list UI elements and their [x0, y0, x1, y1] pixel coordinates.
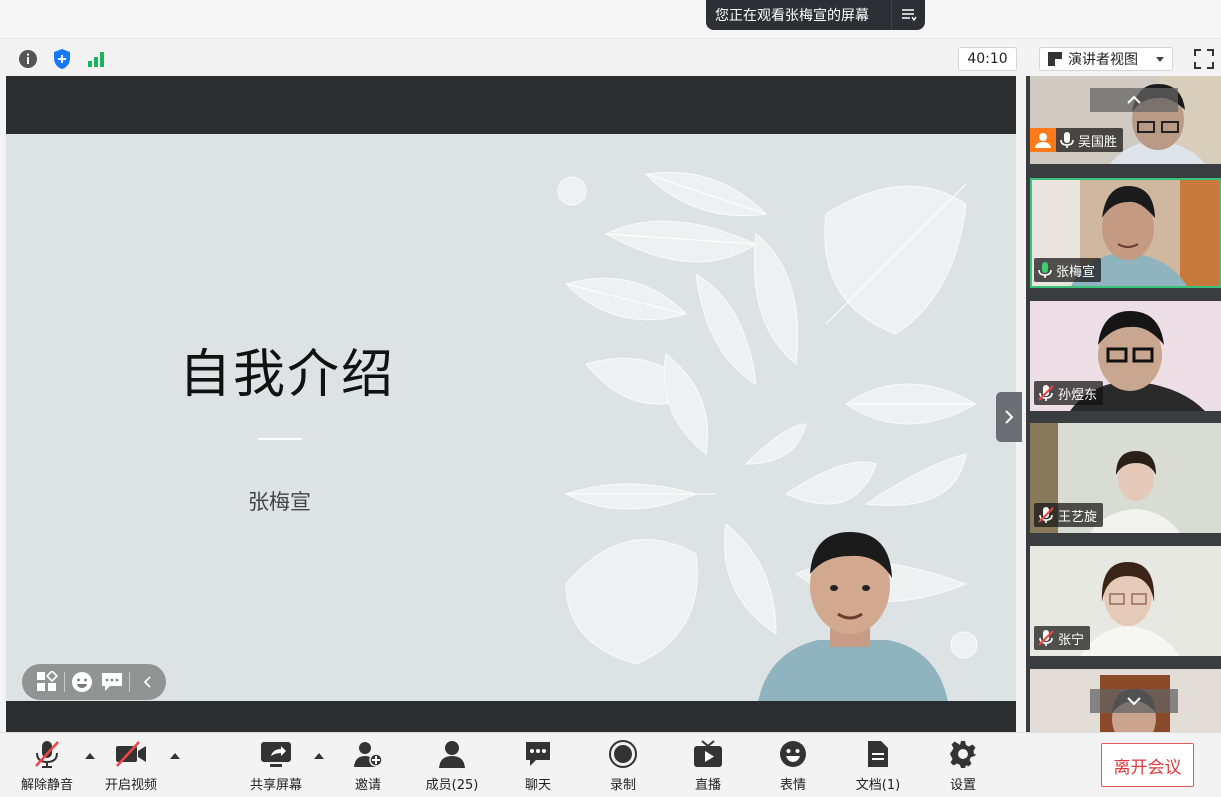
emoji-icon[interactable] — [67, 667, 97, 697]
meeting-control-toolbar: 解除静音 开启视频 共享屏幕 邀请 成员(25) 聊天 录制 直播 表情 文档(… — [0, 732, 1221, 797]
members-button[interactable]: 成员(25) — [417, 739, 487, 795]
participant-video-panel: 吴国胜 张梅宣 孙煜东 王艺旋 张宁 — [1026, 76, 1221, 732]
slide-divider — [258, 438, 302, 440]
toggle-side-panel-button[interactable] — [996, 392, 1022, 442]
microphone-icon — [1060, 132, 1074, 148]
fullscreen-icon[interactable] — [1193, 48, 1215, 70]
participant-nametag: 吴国胜 — [1030, 128, 1124, 152]
share-screen-label: 共享屏幕 — [249, 778, 302, 793]
live-tv-icon — [691, 739, 725, 769]
screen-share-banner: 您正在观看张梅宣的屏幕 — [706, 0, 925, 30]
live-stream-button[interactable]: 直播 — [673, 739, 743, 795]
settings-button[interactable]: 设置 — [928, 739, 998, 795]
info-icon[interactable] — [17, 48, 39, 70]
shared-screen-stage: 自我介绍 张梅宣 — [6, 76, 1016, 732]
record-icon — [606, 739, 640, 769]
participant-tile[interactable]: 孙煜东 — [1030, 301, 1221, 411]
members-label: 成员(25) — [425, 778, 479, 793]
video-options-caret[interactable] — [170, 753, 180, 759]
float-bar-divider — [64, 672, 65, 692]
chevron-up-icon — [1127, 95, 1141, 104]
leave-meeting-button[interactable]: 离开会议 — [1101, 743, 1194, 787]
scroll-up-button[interactable] — [1090, 88, 1178, 112]
gear-icon — [946, 739, 980, 769]
chevron-right-icon — [1005, 410, 1014, 424]
participant-name: 王艺旋 — [1058, 509, 1098, 525]
chevron-down-icon — [1156, 57, 1164, 62]
presenter-video-overlay — [758, 532, 948, 701]
participant-tile[interactable]: 王艺旋 — [1030, 423, 1221, 533]
participant-tile[interactable]: 张宁 — [1030, 546, 1221, 656]
microphone-muted-icon — [1038, 385, 1054, 401]
start-video-button[interactable]: 开启视频 — [96, 739, 166, 795]
share-screen-button[interactable]: 共享屏幕 — [241, 739, 311, 795]
scroll-down-button[interactable] — [1090, 689, 1178, 713]
share-screen-icon — [259, 739, 293, 769]
participant-tile[interactable]: 吴国胜 — [1030, 76, 1221, 186]
participant-name: 孙煜东 — [1058, 387, 1098, 403]
floating-control-bar — [22, 664, 166, 700]
view-mode-select[interactable]: 演讲者视图 — [1039, 47, 1173, 71]
share-options-caret[interactable] — [314, 753, 324, 759]
meeting-timer: 40:10 — [958, 47, 1017, 71]
unmute-label: 解除静音 — [20, 778, 73, 793]
danmaku-icon[interactable] — [97, 667, 127, 697]
chat-button[interactable]: 聊天 — [503, 739, 573, 795]
participant-name: 吴国胜 — [1078, 134, 1118, 150]
documents-button[interactable]: 文档(1) — [843, 739, 913, 795]
slide-subtitle: 张梅宣 — [248, 490, 311, 514]
audio-options-caret[interactable] — [85, 753, 95, 759]
presentation-slide: 自我介绍 张梅宣 — [6, 134, 1016, 701]
float-bar-divider-2 — [129, 672, 130, 692]
participant-nametag: 张梅宣 — [1034, 258, 1102, 282]
settings-label: 设置 — [949, 778, 976, 793]
banner-menu-icon[interactable] — [891, 0, 925, 30]
participant-tile[interactable]: 张梅宣 — [1030, 178, 1221, 288]
invite-button[interactable]: 邀请 — [333, 739, 403, 795]
participant-nametag: 张宁 — [1034, 626, 1091, 650]
documents-label: 文档(1) — [855, 778, 901, 793]
security-shield-icon[interactable] — [51, 48, 73, 70]
record-button[interactable]: 录制 — [588, 739, 658, 795]
participant-nametag: 孙煜东 — [1034, 381, 1104, 405]
chat-icon — [521, 739, 555, 769]
emoji-icon — [776, 739, 810, 769]
chat-label: 聊天 — [524, 778, 551, 793]
view-mode-label: 演讲者视图 — [1068, 52, 1138, 68]
share-banner-text: 您正在观看张梅宣的屏幕 — [715, 8, 869, 24]
camera-off-icon — [114, 739, 148, 769]
invite-label: 邀请 — [354, 778, 381, 793]
participant-name: 张梅宣 — [1056, 264, 1096, 280]
document-icon — [861, 739, 895, 769]
host-avatar-icon — [1030, 128, 1056, 152]
microphone-muted-icon — [1038, 630, 1054, 646]
layout-icon — [1048, 52, 1062, 66]
participant-nametag: 王艺旋 — [1034, 503, 1104, 527]
reactions-label: 表情 — [779, 778, 806, 793]
apps-icon[interactable] — [32, 667, 62, 697]
unmute-button[interactable]: 解除静音 — [12, 739, 82, 795]
collapse-left-icon[interactable] — [132, 667, 162, 697]
add-user-icon — [351, 739, 385, 769]
microphone-muted-icon — [30, 739, 64, 769]
chevron-down-icon — [1127, 697, 1141, 706]
slide-title: 自我介绍 — [179, 345, 396, 405]
signal-strength-icon[interactable] — [85, 48, 107, 70]
microphone-active-icon — [1038, 262, 1052, 278]
live-stream-label: 直播 — [694, 778, 721, 793]
top-strip: 您正在观看张梅宣的屏幕 — [0, 0, 1221, 38]
start-video-label: 开启视频 — [104, 778, 157, 793]
record-label: 录制 — [609, 778, 636, 793]
reactions-button[interactable]: 表情 — [758, 739, 828, 795]
meeting-info-bar: 40:10 演讲者视图 — [0, 38, 1221, 76]
participant-name: 张宁 — [1058, 632, 1085, 648]
participant-tile[interactable] — [1030, 669, 1221, 732]
members-icon — [435, 739, 469, 769]
microphone-muted-icon — [1038, 507, 1054, 523]
